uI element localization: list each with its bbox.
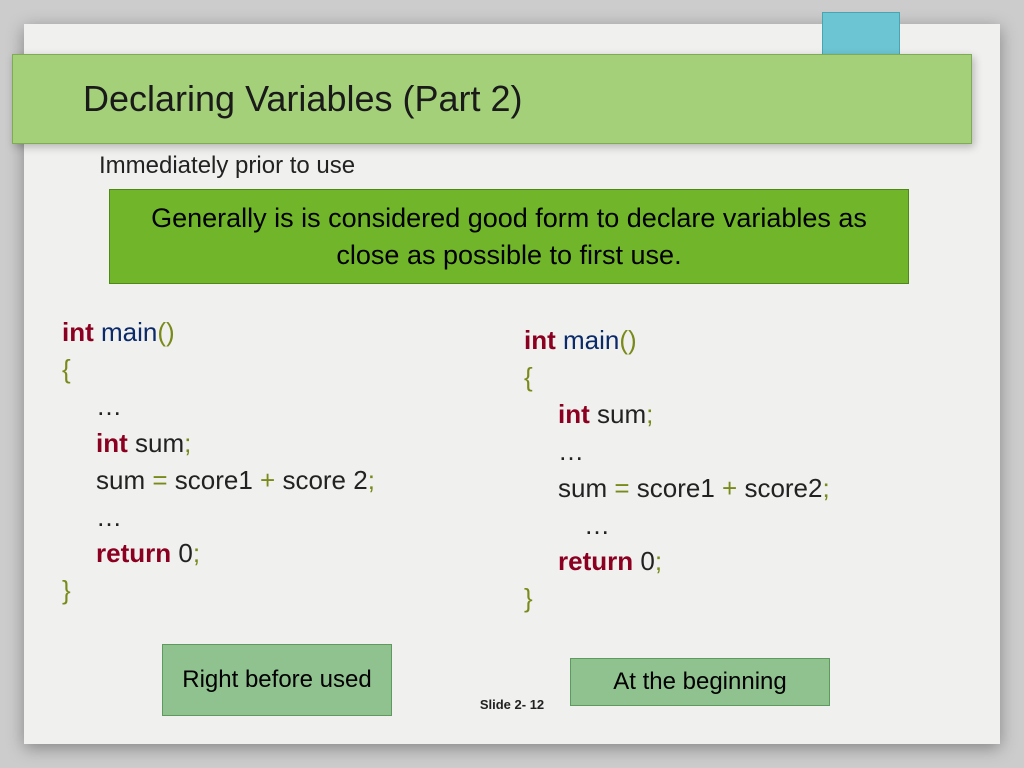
code-line: {	[62, 351, 375, 388]
callout-text: Generally is is considered good form to …	[140, 200, 878, 273]
semicolon: ;	[193, 538, 200, 568]
code-line: int sum;	[62, 425, 375, 462]
label-text: Right before used	[182, 665, 371, 695]
title-bar: Declaring Variables (Part 2)	[12, 54, 972, 144]
code-line: …	[524, 433, 830, 470]
literal: 0	[171, 538, 193, 568]
var-name: score1	[168, 465, 261, 495]
code-line: sum = score1 + score 2;	[62, 462, 375, 499]
function-name: main	[94, 317, 158, 347]
semicolon: ;	[822, 473, 829, 503]
code-line: }	[62, 572, 375, 609]
plus: +	[722, 473, 737, 503]
keyword-int: int	[524, 325, 556, 355]
keyword-return: return	[558, 546, 633, 576]
var-name: score1	[630, 473, 723, 503]
brace-open: {	[62, 354, 71, 384]
semicolon: ;	[655, 546, 662, 576]
function-name: main	[556, 325, 620, 355]
var-name: sum	[96, 465, 152, 495]
literal: 0	[633, 546, 655, 576]
code-line: …	[524, 507, 830, 544]
ellipsis: …	[96, 391, 122, 421]
slide-title: Declaring Variables (Part 2)	[83, 78, 523, 120]
code-line: int main()	[524, 322, 830, 359]
brace-close: }	[524, 583, 533, 613]
code-line: …	[62, 499, 375, 536]
code-line: return 0;	[62, 535, 375, 572]
code-line: {	[524, 359, 830, 396]
semicolon: ;	[646, 399, 653, 429]
plus: +	[260, 465, 275, 495]
keyword-int: int	[558, 399, 590, 429]
code-line: sum = score1 + score2;	[524, 470, 830, 507]
ellipsis: …	[96, 502, 122, 532]
parens: ()	[619, 325, 636, 355]
var-name: score2	[737, 473, 822, 503]
code-line: return 0;	[524, 543, 830, 580]
callout-box: Generally is is considered good form to …	[109, 189, 909, 284]
code-line: int main()	[62, 314, 375, 351]
equals: =	[152, 465, 167, 495]
semicolon: ;	[184, 428, 191, 458]
slide-frame: Declaring Variables (Part 2) Immediately…	[24, 24, 1000, 744]
slide-footer: Slide 2- 12	[24, 697, 1000, 744]
keyword-int: int	[62, 317, 94, 347]
semicolon: ;	[368, 465, 375, 495]
keyword-return: return	[96, 538, 171, 568]
label-text: At the beginning	[613, 668, 786, 696]
slide-subtitle: Immediately prior to use	[99, 152, 355, 180]
brace-close: }	[62, 575, 71, 605]
var-name: sum	[128, 428, 184, 458]
brace-open: {	[524, 362, 533, 392]
var-name: score 2	[275, 465, 368, 495]
code-block-right: int main() { int sum; … sum = score1 + s…	[524, 322, 830, 617]
code-line: int sum;	[524, 396, 830, 433]
code-line: …	[62, 388, 375, 425]
var-name: sum	[558, 473, 614, 503]
equals: =	[614, 473, 629, 503]
parens: ()	[157, 317, 174, 347]
var-name: sum	[590, 399, 646, 429]
keyword-int: int	[96, 428, 128, 458]
ellipsis: …	[584, 510, 610, 540]
code-block-left: int main() { … int sum; sum = score1 + s…	[62, 314, 375, 609]
code-line: }	[524, 580, 830, 617]
ellipsis: …	[558, 436, 584, 466]
